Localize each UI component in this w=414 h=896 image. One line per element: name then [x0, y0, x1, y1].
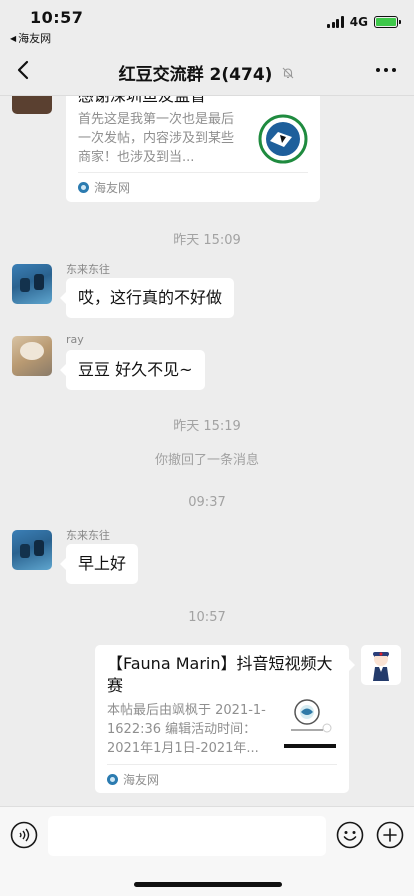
source-logo-icon [78, 182, 89, 193]
timestamp: 昨天 15:09 [173, 233, 241, 248]
status-bar: 10:57 ◀ 海友网 4G [0, 0, 414, 46]
card-source: 海友网 [78, 179, 130, 196]
plus-icon[interactable] [376, 821, 404, 849]
avatar[interactable] [12, 264, 52, 304]
card-title: 感谢深圳鱼友监督 [78, 96, 308, 107]
back-triangle-icon: ◀ [10, 33, 17, 43]
back-to-app-link[interactable]: ◀ 海友网 [10, 30, 51, 46]
message-bubble[interactable]: 哎，这行真的不好做 [59, 278, 235, 318]
chat-title: 红豆交流群 2(474) [0, 60, 414, 85]
timestamp: 09:37 [188, 495, 226, 510]
timestamp: 10:57 [188, 610, 226, 625]
network-type: 4G [349, 15, 368, 29]
message-bubble[interactable]: 豆豆 好久不见~ [60, 350, 205, 390]
message-bubble[interactable]: 早上好 [59, 544, 139, 584]
card-title: 【Fauna Marin】抖音短视频大赛 [107, 654, 333, 695]
status-indicators: 4G [327, 15, 401, 29]
avatar[interactable] [12, 336, 52, 376]
card-description: 本帖最后由飒枫于 2021-1-1622:36 编辑活动时间：2021年1月1日… [107, 703, 266, 756]
link-card-mine[interactable]: 【Fauna Marin】抖音短视频大赛 本帖最后由飒枫于 2021-1-162… [95, 645, 355, 793]
avatar[interactable] [12, 530, 52, 570]
sender-name: 东来东往 [66, 529, 110, 542]
avatar[interactable] [12, 96, 52, 114]
card-thumbnail [283, 695, 337, 751]
timestamp: 昨天 15:19 [173, 419, 241, 434]
card-source-label: 海友网 [94, 181, 131, 195]
source-logo-icon [107, 774, 118, 785]
card-source-label: 海友网 [123, 773, 160, 787]
back-app-label: 海友网 [18, 32, 52, 45]
card-thumbnail [258, 114, 308, 164]
card-source: 海友网 [107, 771, 159, 788]
emoji-icon[interactable] [336, 821, 364, 849]
voice-input-icon[interactable] [10, 821, 38, 849]
message-input[interactable] [48, 816, 326, 856]
home-indicator[interactable] [134, 882, 282, 887]
nav-bar: 红豆交流群 2(474) [0, 46, 414, 96]
my-avatar[interactable] [361, 645, 401, 685]
mute-bell-icon [282, 67, 294, 78]
sender-name: ray [66, 333, 84, 346]
chat-area[interactable]: 感谢深圳鱼友监督 首先这是我第一次也是最后一次发帖，内容涉及到某些商家！也涉及到… [0, 96, 414, 806]
chat-title-text: 红豆交流群 2(474) [118, 65, 273, 85]
more-options-icon[interactable] [376, 68, 396, 72]
link-card-top[interactable]: 感谢深圳鱼友监督 首先这是我第一次也是最后一次发帖，内容涉及到某些商家！也涉及到… [66, 96, 320, 202]
signal-icon [327, 16, 344, 28]
recall-notice: 你撤回了一条消息 [154, 453, 259, 468]
battery-icon [374, 16, 401, 28]
status-time: 10:57 [30, 8, 84, 27]
sender-name: 东来东往 [66, 263, 110, 276]
card-description: 首先这是我第一次也是最后一次发帖，内容涉及到某些商家！也涉及到当... [78, 112, 235, 165]
